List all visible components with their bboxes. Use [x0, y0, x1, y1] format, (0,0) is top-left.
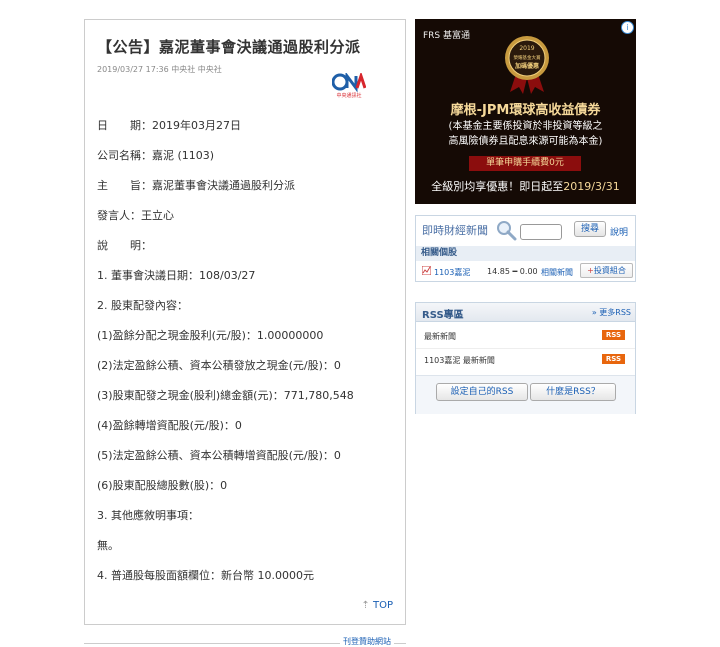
- more-rss-link[interactable]: » 更多RSS: [592, 307, 631, 318]
- article-title: 【公告】嘉泥董事會決議通過股利分派: [97, 38, 361, 56]
- line-cash-dividend: (1)盈餘分配之現金股利(元/股)：1.00000000: [97, 329, 324, 342]
- line-subject: 主 旨：嘉泥董事會決議通過股利分派: [97, 179, 295, 192]
- rss-panel: RSS專區 » 更多RSS 最新新聞 RSS 1103嘉泥 最新新聞 RSS 設…: [415, 302, 636, 414]
- up-arrow-icon: ⇡: [361, 600, 370, 611]
- back-to-top-link[interactable]: ⇡ TOP: [361, 600, 393, 611]
- svg-text:榮耀基金大賞: 榮耀基金大賞: [514, 54, 541, 61]
- related-stocks-header: 相關個股: [416, 246, 635, 261]
- svg-text:2019: 2019: [519, 45, 534, 52]
- rss-header: RSS專區 » 更多RSS: [416, 303, 635, 322]
- stock-row: 1103嘉泥 14.85 ━ 0.00 相關新聞 +投資組合: [416, 263, 635, 280]
- ad-promo: 全級別均享優惠！即日起至2019/3/31: [431, 180, 620, 193]
- stock-code-link[interactable]: 1103嘉泥: [434, 267, 470, 278]
- cna-logo-icon: 中央通訊社: [332, 73, 366, 99]
- stock-chart-icon: [422, 266, 431, 275]
- what-is-rss-button[interactable]: 什麼是RSS？: [530, 383, 616, 401]
- finance-explain-link[interactable]: 說明: [610, 225, 628, 238]
- line-spokesman: 發言人：王立心: [97, 209, 174, 222]
- line-stock-dividend: (4)盈餘轉增資配股(元/股)：0: [97, 419, 242, 432]
- finance-news-panel: 即時財經新聞 搜尋 說明 相關個股 1103嘉泥 14.85 ━ 0.00 相關…: [415, 215, 636, 282]
- line-company: 公司名稱：嘉泥 (1103): [97, 149, 215, 162]
- line-description: 說 明：: [97, 239, 152, 252]
- rss-item-stock[interactable]: 1103嘉泥 最新新聞: [424, 355, 495, 366]
- ad-info-icon[interactable]: i: [621, 21, 634, 34]
- ad-headline: 摩根-JPM環球高收益債券: [450, 103, 601, 118]
- line-other-matters: 3. 其他應敘明事項：: [97, 509, 199, 522]
- finance-search-button[interactable]: 搜尋: [574, 221, 606, 237]
- sponsor-link[interactable]: 刊登贊助網站: [340, 636, 394, 647]
- rss-badge-icon[interactable]: RSS: [602, 330, 625, 340]
- line-reserve-cash: (2)法定盈餘公積、資本公積發放之現金(元/股)：0: [97, 359, 341, 372]
- finance-search-input[interactable]: [520, 224, 562, 240]
- rss-badge-icon[interactable]: RSS: [602, 354, 625, 364]
- svg-text:加碼優惠: 加碼優惠: [514, 62, 539, 70]
- svg-text:中央通訊社: 中央通訊社: [336, 92, 361, 99]
- ad-brand: FRS 基富通: [423, 31, 471, 41]
- rss-title: RSS專區: [422, 310, 464, 321]
- add-icon: +: [587, 266, 594, 275]
- rss-item-latest[interactable]: 最新新聞: [424, 331, 456, 342]
- ad-disclaimer: (本基金主要係投資於非投資等級之 高風險債券且配息來源可能為本金): [448, 121, 603, 147]
- rss-divider: [416, 348, 635, 349]
- line-none: 無。: [97, 539, 119, 552]
- line-distribution: 2. 股東配發內容：: [97, 299, 188, 312]
- custom-rss-button[interactable]: 設定自己的RSS: [436, 383, 528, 401]
- article-meta: 2019/03/27 17:36 中央社 中央社: [97, 65, 222, 74]
- line-reserve-stock: (5)法定盈餘公積、資本公積轉增資配股(元/股)：0: [97, 449, 341, 462]
- ad-banner[interactable]: FRS 基富通 i 2019 榮耀基金大賞 加碼優惠 摩根-JPM環球高收益債券…: [415, 19, 636, 204]
- portfolio-button[interactable]: +投資組合: [580, 263, 633, 278]
- ad-cta: 單筆申購手續費0元: [469, 156, 581, 171]
- line-board-date: 1. 董事會決議日期：108/03/27: [97, 269, 256, 282]
- line-total-shares: (6)股東配股總股數(股)：0: [97, 479, 228, 492]
- line-par-value: 4. 普通股每股面額欄位：新台幣 10.0000元: [97, 569, 314, 582]
- magnifier-icon: [497, 221, 517, 241]
- article-card: 【公告】嘉泥董事會決議通過股利分派 2019/03/27 17:36 中央社 中…: [84, 19, 406, 625]
- stock-price: 14.85 ━ 0.00: [487, 267, 538, 276]
- line-total-cash: (3)股東配發之現金(股利)總金額(元)：771,780,548: [97, 389, 354, 402]
- medal-icon: 2019 榮耀基金大賞 加碼優惠: [505, 36, 549, 94]
- stock-news-link[interactable]: 相關新聞: [541, 267, 573, 278]
- line-date: 日 期：2019年03月27日: [97, 119, 241, 132]
- finance-news-label: 即時財經新聞: [422, 224, 488, 237]
